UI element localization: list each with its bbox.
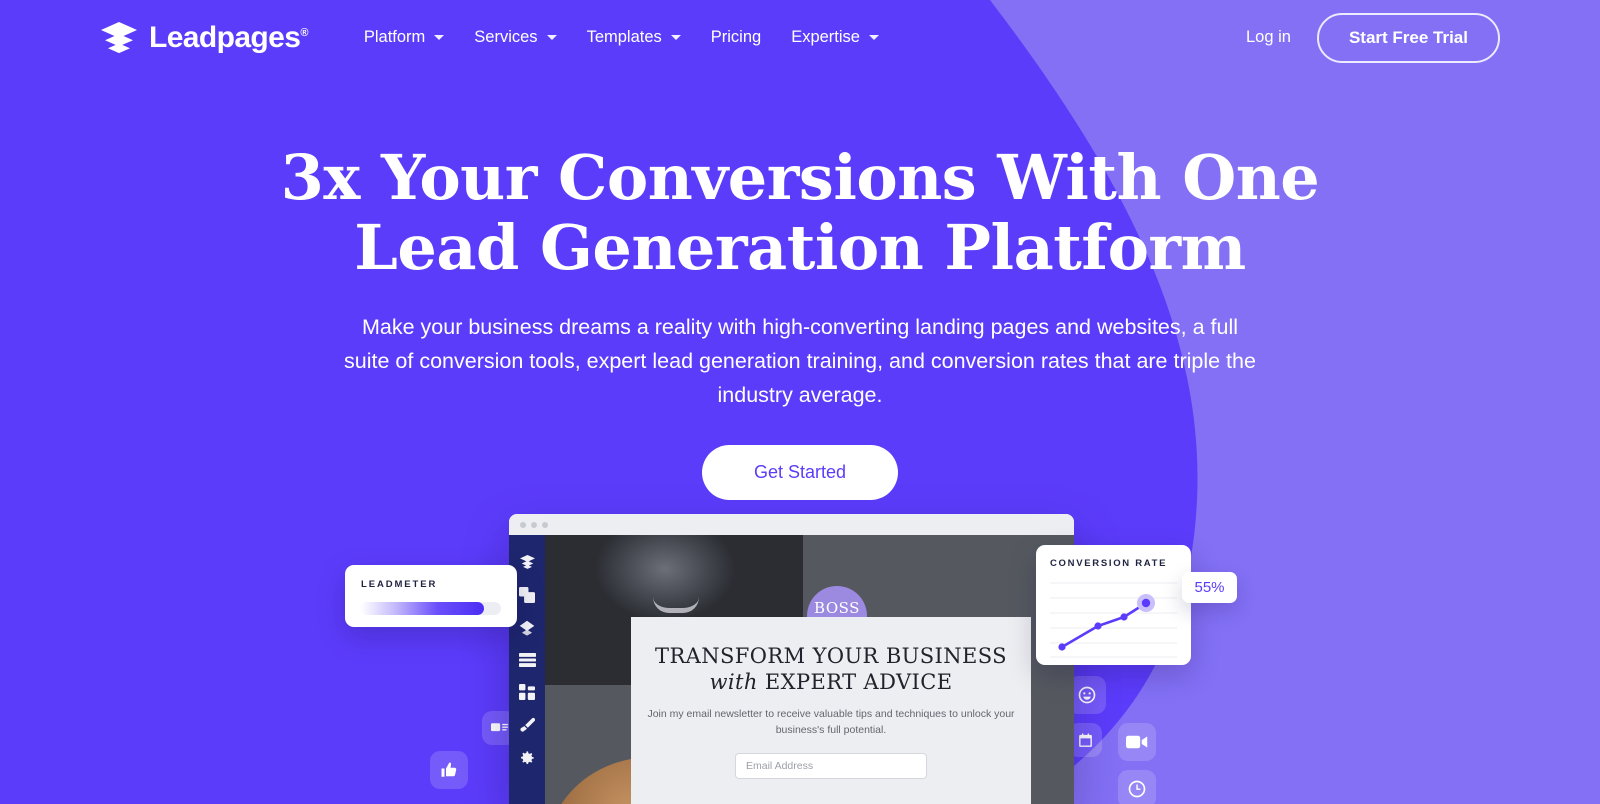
nav-item-label: Templates [586, 28, 662, 46]
clock-icon [1128, 780, 1146, 798]
leadmeter-card: LEADMETER [345, 565, 517, 627]
duplicate-icon[interactable] [519, 587, 535, 603]
conversion-rate-card: CONVERSION RATE [1036, 545, 1191, 665]
nav-item-services[interactable]: Services [474, 28, 557, 47]
leadmeter-progress-track [361, 602, 501, 615]
nav-actions: Log in Start Free Trial [1246, 12, 1500, 63]
get-started-button[interactable]: Get Started [701, 444, 899, 500]
layers-icon[interactable] [519, 555, 536, 570]
thumbs-up-icon [441, 762, 457, 777]
diamond-icon[interactable] [519, 620, 535, 636]
landing-page-preview: TRANSFORM YOUR BUSINESS with EXPERT ADVI… [631, 617, 1031, 804]
chart-point [1094, 622, 1102, 630]
nav-item-label: Platform [363, 28, 426, 46]
browser-content: BOSS gal TRANSFORM YOUR BUSINESS with EX… [509, 535, 1074, 804]
brand-name: Leadpages® [149, 20, 308, 54]
photo-smile-detail [653, 597, 699, 613]
rows-icon[interactable] [518, 653, 536, 667]
hero-subheadline: Make your business dreams a reality with… [344, 315, 1256, 408]
window-dot [520, 521, 526, 528]
leadmeter-title: LEADMETER [361, 579, 438, 590]
chart-line [1060, 601, 1148, 649]
browser-window-mockup: BOSS gal TRANSFORM YOUR BUSINESS with EX… [509, 514, 1074, 804]
brand-logo-link[interactable]: Leadpages® [100, 21, 308, 55]
primary-nav-links: Platform Services Templates Pricing Expe… [364, 28, 909, 47]
hero-page: Leadpages® Platform Services Templates P… [0, 0, 1600, 804]
window-dot [531, 521, 537, 528]
landing-heading-line-2: EXPERT ADVICE [764, 670, 953, 695]
landing-heading-italic: with [709, 670, 758, 695]
page-title: 3x Your Conversions With One Lead Genera… [0, 141, 1600, 285]
email-field[interactable]: Email Address [735, 752, 927, 779]
nav-item-expertise[interactable]: Expertise [791, 28, 879, 47]
svg-text:17: 17 [1082, 740, 1088, 746]
top-navigation-bar: Leadpages® Platform Services Templates P… [0, 0, 1600, 75]
chart-point-highlight [1141, 598, 1151, 608]
calendar-icon: 17 [1078, 732, 1092, 747]
headline-line-1: 3x Your Conversions With One [280, 141, 1320, 214]
clock-icon-tile [1118, 770, 1156, 804]
nav-item-platform[interactable]: Platform [363, 28, 445, 47]
brush-icon[interactable] [519, 717, 535, 733]
stacked-layers-icon [100, 21, 138, 55]
chevron-down-icon [670, 35, 681, 40]
chevron-down-icon [868, 35, 879, 40]
nav-item-templates[interactable]: Templates [587, 28, 681, 47]
start-free-trial-button[interactable]: Start Free Trial [1316, 12, 1500, 63]
chart-point [1120, 613, 1128, 621]
headline-line-2: Lead Generation Platform [354, 211, 1246, 285]
browser-titlebar [509, 514, 1074, 535]
landing-page-body-text: Join my email newsletter to receive valu… [647, 708, 1015, 736]
conversion-rate-chart [1050, 577, 1177, 659]
bossgal-top-text: BOSS [814, 599, 860, 617]
widgets-icon[interactable] [519, 684, 535, 700]
chevron-down-icon [546, 35, 557, 40]
email-field-placeholder: Email Address [746, 759, 814, 772]
editor-canvas: BOSS gal TRANSFORM YOUR BUSINESS with EX… [545, 535, 1074, 804]
login-link[interactable]: Log in [1246, 28, 1291, 47]
nav-item-pricing[interactable]: Pricing [711, 28, 761, 47]
nav-item-label: Expertise [791, 28, 860, 46]
conversion-rate-title: CONVERSION RATE [1050, 558, 1168, 569]
nav-item-label: Services [474, 28, 538, 46]
landing-page-heading: TRANSFORM YOUR BUSINESS with EXPERT ADVI… [631, 643, 1031, 695]
landing-heading-line-1: TRANSFORM YOUR BUSINESS [655, 644, 1007, 668]
leadmeter-progress-fill [361, 602, 485, 615]
chart-point [1058, 643, 1066, 651]
window-dot [542, 521, 548, 528]
video-camera-icon-tile [1118, 723, 1156, 761]
chevron-down-icon [434, 35, 445, 40]
nav-item-label: Pricing [710, 28, 762, 46]
video-camera-icon [1126, 735, 1148, 749]
gear-icon[interactable] [519, 750, 535, 766]
image-text-icon [490, 722, 508, 731]
conversion-rate-badge: 55% [1182, 572, 1237, 603]
registered-mark: ® [300, 26, 308, 39]
smiley-icon [1078, 686, 1096, 704]
thumbs-up-icon-tile [430, 751, 468, 789]
